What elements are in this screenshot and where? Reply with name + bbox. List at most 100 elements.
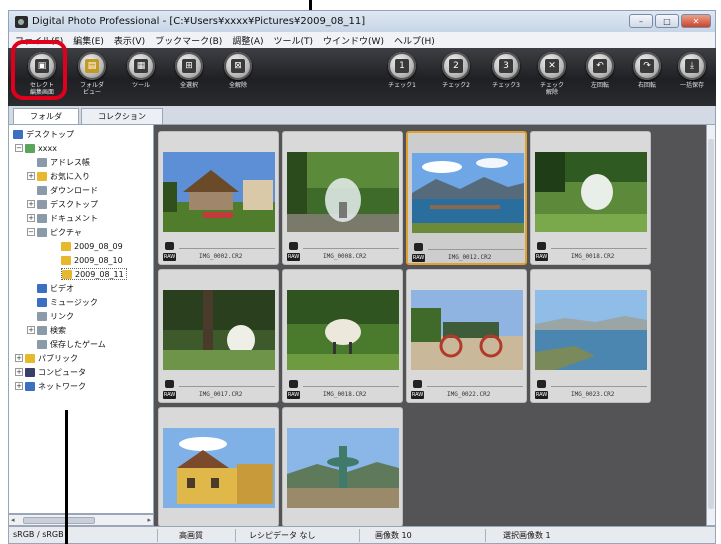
collapse-icon[interactable]: − [27, 228, 35, 236]
select-edit-button[interactable]: ▣ セレクト 編集画面 [20, 52, 64, 96]
check3-button[interactable]: 3 チェック3 [484, 52, 528, 89]
batch-save-button[interactable]: ⤓ 一括保存 [670, 52, 714, 89]
folder-icon [37, 227, 47, 237]
check-clear-button[interactable]: ✕ チェック 解除 [530, 52, 574, 96]
folder-icon [37, 157, 47, 167]
tree-item-2009-08-10[interactable]: 2009_08_10 [61, 254, 123, 266]
select-edit-icon: ▣ [35, 59, 49, 73]
status-bar: sRGB / sRGB 高画質 レシピデータ なし 画像数 10 選択画像数 1 [8, 526, 716, 544]
thumbnail-card-selected[interactable]: RAW IMG_0012.CR2 [406, 131, 527, 265]
expand-icon[interactable]: + [27, 200, 35, 208]
rotate-right-button[interactable]: ↷ 右回転 [625, 52, 669, 89]
raw-badge: RAW [411, 391, 424, 399]
raw-badge: RAW [412, 254, 425, 262]
tree-item-desktop-root[interactable]: デスクトップ [13, 128, 74, 140]
tree-item-saved-games[interactable]: 保存したゲーム [37, 338, 106, 350]
tool-button[interactable]: ▦ ツール [119, 52, 163, 89]
thumbnail-card[interactable]: RAW IMG_0018.CR2 [282, 269, 403, 403]
menu-adjust[interactable]: 調整(A) [230, 34, 265, 47]
tree-item-2009-08-11[interactable]: 2009_08_11 [61, 268, 127, 280]
photo-wagon [411, 290, 523, 370]
deselect-all-button[interactable]: ⊠ 全解除 [216, 52, 260, 89]
folder-icon [37, 283, 47, 293]
menu-bookmark[interactable]: ブックマーク(B) [153, 34, 224, 47]
scroll-left-icon[interactable]: ◂ [11, 516, 15, 524]
computer-icon [25, 367, 35, 377]
collapse-icon[interactable]: − [15, 144, 23, 152]
menu-view[interactable]: 表示(V) [112, 34, 147, 47]
menu-edit[interactable]: 編集(E) [71, 34, 106, 47]
raw-badge: RAW [287, 391, 300, 399]
tree-item-computer[interactable]: + コンピュータ [15, 366, 86, 378]
folder-open-icon [62, 269, 72, 279]
menu-tools[interactable]: ツール(T) [272, 34, 316, 47]
rotate-right-icon: ↷ [640, 59, 654, 73]
tree-item-search[interactable]: + 検索 [27, 324, 66, 336]
scroll-thumb[interactable] [23, 517, 95, 524]
thumbnail-card[interactable]: RAW IMG_0002.CR2 [158, 131, 279, 265]
tree-item-public[interactable]: + パブリック [15, 352, 78, 364]
tree-item-pictures[interactable]: − ピクチャ [27, 226, 82, 238]
tool-icon: ▦ [134, 59, 148, 73]
expand-icon[interactable]: + [15, 368, 23, 376]
tree-item-downloads[interactable]: ダウンロード [37, 184, 98, 196]
tree-item-network[interactable]: + ネットワーク [15, 380, 86, 392]
tree-item-desktop[interactable]: + デスクトップ [27, 198, 98, 210]
folder-icon [37, 171, 47, 181]
select-all-button[interactable]: ⊞ 全選択 [167, 52, 211, 89]
tree-item-favorites[interactable]: + お気に入り [27, 170, 90, 182]
thumbnail-filename: IMG_0018.CR2 [571, 253, 615, 260]
maximize-button[interactable]: □ [655, 14, 679, 28]
status-image-count: 画像数 10 [375, 531, 412, 540]
raw-badge: RAW [535, 391, 548, 399]
folder-icon [25, 353, 35, 363]
scroll-thumb[interactable] [708, 139, 714, 509]
menu-window[interactable]: ウインドウ(W) [321, 34, 386, 47]
rotate-left-button[interactable]: ↶ 左回転 [578, 52, 622, 89]
thumbnail-card[interactable] [158, 407, 279, 527]
network-icon [25, 381, 35, 391]
folder-icon [37, 297, 47, 307]
check-clear-icon: ✕ [545, 59, 559, 73]
minimize-button[interactable]: – [629, 14, 653, 28]
tab-collection[interactable]: コレクション (0) [81, 108, 163, 136]
folder-icon [37, 185, 47, 195]
tree-item-2009-08-09[interactable]: 2009_08_09 [61, 240, 123, 252]
folder-view-button[interactable]: ▤ フォルダ ビュー [70, 52, 114, 96]
tab-bar: フォルダ コレクション (0) [8, 106, 716, 136]
raw-badge: RAW [163, 253, 176, 261]
tree-item-documents[interactable]: + ドキュメント [27, 212, 98, 224]
expand-icon[interactable]: + [27, 214, 35, 222]
tree-horizontal-scrollbar[interactable]: ◂ ▸ [8, 514, 154, 526]
thumbnail-card[interactable] [282, 407, 403, 527]
tree-item-videos[interactable]: ビデオ [37, 282, 74, 294]
thumbnail-card[interactable]: RAW IMG_0008.CR2 [282, 131, 403, 265]
expand-icon[interactable]: + [27, 172, 35, 180]
expand-icon[interactable]: + [15, 354, 23, 362]
scroll-right-icon[interactable]: ▸ [147, 516, 151, 524]
thumbnail-vertical-scrollbar[interactable] [706, 124, 716, 526]
thumbnail-card[interactable]: RAW IMG_0023.CR2 [530, 269, 651, 403]
thumbnail-card[interactable]: RAW IMG_0018.CR2 [530, 131, 651, 265]
check1-button[interactable]: 1 チェック1 [380, 52, 424, 89]
tree-item-links[interactable]: リンク [37, 310, 74, 322]
menu-file[interactable]: ファイル(F) [13, 34, 65, 47]
check2-button[interactable]: 2 チェック2 [434, 52, 478, 89]
window-controls: – □ ✕ [629, 14, 711, 28]
camera-icon [289, 380, 298, 388]
tree-item-address-book[interactable]: アドレス帳 [37, 156, 90, 168]
close-button[interactable]: ✕ [681, 14, 711, 28]
folder-tree: デスクトップ − xxxx アドレス帳 + お気に入り ダウンロード + デスク… [8, 124, 154, 514]
thumbnail-card[interactable]: RAW IMG_0017.CR2 [158, 269, 279, 403]
menu-help[interactable]: ヘルプ(H) [392, 34, 437, 47]
expand-icon[interactable]: + [15, 382, 23, 390]
tree-item-music[interactable]: ミュージック [37, 296, 98, 308]
expand-icon[interactable]: + [27, 326, 35, 334]
photo-house [163, 152, 275, 232]
tree-item-user[interactable]: − xxxx [15, 142, 57, 154]
thumbnail-card[interactable]: RAW IMG_0022.CR2 [406, 269, 527, 403]
tab-folder[interactable]: フォルダ [13, 108, 79, 124]
status-quality: 高画質 [179, 531, 203, 540]
thumbnail-filename: IMG_0023.CR2 [571, 391, 615, 398]
raw-badge: RAW [163, 391, 176, 399]
